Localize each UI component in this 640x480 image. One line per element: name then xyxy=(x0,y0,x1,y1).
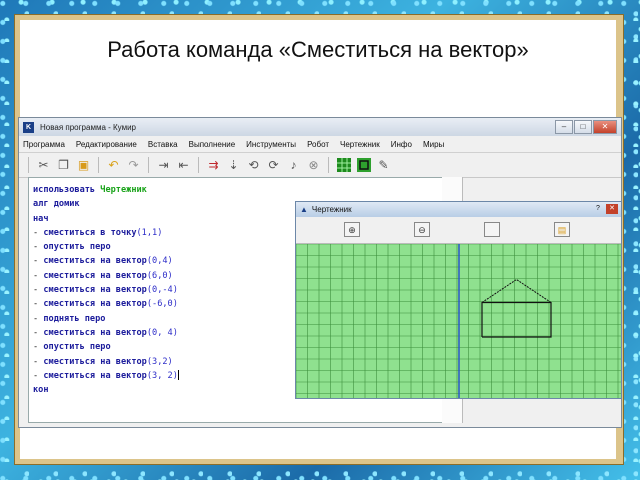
text-caret xyxy=(177,370,179,381)
menu-info[interactable]: Инфо xyxy=(391,140,412,149)
step-into-icon[interactable]: ⟲ xyxy=(245,157,262,174)
drawing-field[interactable] xyxy=(296,244,622,399)
trace-icon[interactable]: ♪ xyxy=(285,157,302,174)
redo-icon[interactable]: ↷ xyxy=(125,157,142,174)
undo-icon[interactable]: ↶ xyxy=(105,157,122,174)
drawer-toolbar: ⊕ ⊖ ▤ xyxy=(296,217,621,244)
zoom-out-icon[interactable]: ⊖ xyxy=(414,222,430,237)
code-line: использовать Чертежник xyxy=(33,185,147,195)
kumir-app-icon: K xyxy=(23,121,34,133)
menu-run[interactable]: Выполнение xyxy=(189,140,236,149)
menu-drawer[interactable]: Чертежник xyxy=(340,140,380,149)
menu-edit[interactable]: Редактирование xyxy=(76,140,137,149)
menu-robot[interactable]: Робот xyxy=(307,140,329,149)
window-titlebar[interactable]: K Новая программа - Кумир – □ ✕ xyxy=(19,118,621,136)
blank-icon[interactable] xyxy=(484,222,500,237)
window-title: Новая программа - Кумир xyxy=(40,122,136,132)
stop-icon[interactable]: ⊗ xyxy=(305,157,322,174)
indent-icon[interactable]: ⇥ xyxy=(155,157,172,174)
drawer-close-button[interactable]: ✕ xyxy=(606,204,618,214)
edit-icon[interactable]: ✎ xyxy=(375,157,392,174)
menu-tools[interactable]: Инструменты xyxy=(246,140,296,149)
copy-icon[interactable]: ❐ xyxy=(55,157,72,174)
drawer-title: Чертежник xyxy=(311,205,352,214)
menu-program[interactable]: Программа xyxy=(23,140,65,149)
slide-title: Работа команда «Сместиться на вектор» xyxy=(107,37,529,62)
drawer-world-icon[interactable] xyxy=(355,157,372,174)
maximize-button[interactable]: □ xyxy=(574,120,592,134)
drawer-titlebar[interactable]: ▲ Чертежник ? ✕ xyxy=(296,202,621,217)
cut-icon[interactable]: ✂ xyxy=(35,157,52,174)
zoom-in-icon[interactable]: ⊕ xyxy=(344,222,360,237)
paste-icon[interactable]: ▣ xyxy=(75,157,92,174)
menu-insert[interactable]: Вставка xyxy=(148,140,178,149)
menu-worlds[interactable]: Миры xyxy=(423,140,444,149)
run-icon[interactable]: ⇉ xyxy=(205,157,222,174)
close-button[interactable]: ✕ xyxy=(593,120,617,134)
drawer-window: ▲ Чертежник ? ✕ ⊕ ⊖ ▤ xyxy=(295,201,622,399)
minimize-button[interactable]: – xyxy=(555,120,573,134)
drawer-help-button[interactable]: ? xyxy=(592,204,604,214)
step-icon[interactable]: ⇣ xyxy=(225,157,242,174)
drawer-app-icon: ▲ xyxy=(300,205,308,214)
outdent-icon[interactable]: ⇤ xyxy=(175,157,192,174)
robot-world-icon[interactable] xyxy=(335,157,352,174)
step-out-icon[interactable]: ⟳ xyxy=(265,157,282,174)
menubar: Программа Редактирование Вставка Выполне… xyxy=(19,136,621,153)
open-icon[interactable]: ▤ xyxy=(554,222,570,237)
toolbar: ✂ ❐ ▣ ↶ ↷ ⇥ ⇤ ⇉ ⇣ ⟲ ⟳ ♪ ⊗ ✎ xyxy=(19,153,621,178)
